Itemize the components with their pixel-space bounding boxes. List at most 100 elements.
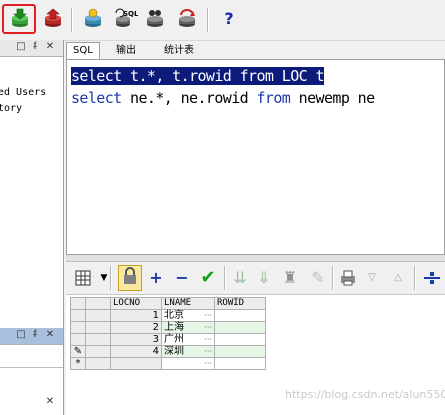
column-header-lname[interactable]: LNAME <box>161 297 215 310</box>
lock-button[interactable] <box>118 265 142 291</box>
cell-lname[interactable]: 广州 ··· <box>161 333 215 346</box>
clear-button[interactable]: ✎ <box>308 268 328 288</box>
close-icon[interactable]: ✕ <box>45 397 55 407</box>
grid-toolbar: ▼ + − ✔ ⇊ ⇓ ♜ ✎ ▽ △ <box>66 262 445 295</box>
row-number <box>85 345 111 358</box>
cell-locno[interactable]: 3 <box>110 333 162 346</box>
refresh-button[interactable] <box>176 8 198 30</box>
lock-icon <box>124 267 136 284</box>
minimize-icon[interactable]: □ <box>16 42 26 52</box>
main-toolbar: SQL ? <box>0 0 445 41</box>
post-changes-button[interactable]: ✔ <box>198 268 218 288</box>
result-table: LOCNO LNAME ROWID 1 北京 ··· 2 上海 ··· 3 广州… <box>70 297 266 370</box>
plus-icon: + <box>149 268 163 287</box>
database-button[interactable] <box>82 8 104 30</box>
toolbar-separator <box>414 266 416 290</box>
help-button[interactable]: ? <box>218 8 240 30</box>
ellipsis-button[interactable]: ··· <box>204 358 212 369</box>
table-row[interactable]: 3 广州 ··· <box>70 333 266 346</box>
sql-button[interactable]: SQL <box>114 8 139 30</box>
cell-rowid[interactable] <box>214 357 266 370</box>
sql-editor[interactable]: select t.*, t.rowid from LOC t select ne… <box>66 59 445 255</box>
row-marker <box>70 321 86 334</box>
ellipsis-button[interactable]: ··· <box>204 322 212 333</box>
row-number-header <box>85 297 111 310</box>
corner-cell <box>70 297 86 310</box>
column-header-rowid[interactable]: ROWID <box>214 297 266 310</box>
users-button[interactable] <box>144 8 166 30</box>
cell-locno[interactable]: 4 <box>110 345 162 358</box>
cell-lname[interactable]: 上海 ··· <box>161 321 215 334</box>
tree-icon <box>424 272 440 284</box>
grid-view-button[interactable] <box>74 268 94 288</box>
column-header-locno[interactable]: LOCNO <box>110 297 162 310</box>
import-button[interactable] <box>9 8 31 30</box>
pin-icon[interactable]: ᵮ <box>30 330 40 340</box>
toolbar-separator <box>71 8 73 32</box>
row-marker <box>70 309 86 322</box>
cell-rowid[interactable] <box>214 309 266 322</box>
ellipsis-button[interactable]: ··· <box>204 334 212 345</box>
binoculars-icon: ♜ <box>282 268 298 287</box>
double-chevron-down-bar-icon: ⇓ <box>257 268 271 287</box>
fetch-last-button[interactable]: ⇓ <box>254 268 274 288</box>
close-icon[interactable]: ✕ <box>45 42 55 52</box>
find-button[interactable]: ♜ <box>280 268 300 288</box>
tab-statistics[interactable]: 统计表 <box>158 43 200 59</box>
eraser-icon: ✎ <box>311 268 325 287</box>
export-icon <box>45 8 61 27</box>
add-row-button[interactable]: + <box>146 268 166 288</box>
tree-item-users[interactable]: ed Users <box>0 87 46 98</box>
sql-line-1: select t.*, t.rowid from LOC t <box>71 67 325 85</box>
import-icon <box>12 8 28 27</box>
toolbar-separator <box>224 266 226 290</box>
svg-text:SQL: SQL <box>123 10 138 18</box>
panel-divider <box>0 367 63 368</box>
tree-item-history[interactable]: tory <box>0 103 22 114</box>
watermark: https://blog.csdn.net/alun550 <box>285 388 445 401</box>
ellipsis-button[interactable]: ··· <box>204 310 212 321</box>
cell-lname[interactable]: 深圳 ··· <box>161 345 215 358</box>
cell-lname-text: 广州 <box>164 334 184 345</box>
editor-tabs: SQL 输出 统计表 <box>66 40 445 60</box>
checkmark-icon: ✔ <box>200 267 216 288</box>
fetch-next-button[interactable]: ⇊ <box>230 268 250 288</box>
cell-rowid[interactable] <box>214 333 266 346</box>
toolbar-separator <box>110 266 112 290</box>
sort-up-button[interactable]: △ <box>388 268 408 288</box>
row-marker: * <box>70 357 86 370</box>
print-button[interactable] <box>338 268 358 288</box>
sql-icon: SQL <box>115 8 139 27</box>
cell-locno[interactable] <box>110 357 162 370</box>
table-row[interactable]: 1 北京 ··· <box>70 309 266 322</box>
cell-locno[interactable]: 2 <box>110 321 162 334</box>
database-icon <box>85 8 101 27</box>
sort-down-button[interactable]: ▽ <box>362 268 382 288</box>
row-number <box>85 309 111 322</box>
row-number <box>85 333 111 346</box>
tab-sql[interactable]: SQL <box>66 42 100 60</box>
cell-rowid[interactable] <box>214 321 266 334</box>
query-plan-button[interactable] <box>422 268 442 288</box>
delete-row-button[interactable]: − <box>172 268 192 288</box>
panel-header-top: □ ᵮ ✕ <box>0 40 63 57</box>
table-row[interactable]: * ··· <box>70 357 266 370</box>
pane-splitter[interactable] <box>66 255 445 262</box>
cell-lname[interactable]: 北京 ··· <box>161 309 215 322</box>
refresh-icon <box>179 9 195 27</box>
ellipsis-button[interactable]: ··· <box>204 346 212 357</box>
table-row[interactable]: 2 上海 ··· <box>70 321 266 334</box>
cell-rowid[interactable] <box>214 345 266 358</box>
pin-icon[interactable]: ᵮ <box>30 42 40 52</box>
export-button[interactable] <box>42 8 64 30</box>
cell-lname[interactable]: ··· <box>161 357 215 370</box>
sql-line-2: select ne.*, ne.rowid from newemp ne <box>71 89 375 107</box>
table-header-row: LOCNO LNAME ROWID <box>70 297 266 310</box>
cell-locno[interactable]: 1 <box>110 309 162 322</box>
cell-lname-text: 上海 <box>164 322 184 333</box>
close-icon[interactable]: ✕ <box>45 330 55 340</box>
table-row[interactable]: ✎ 4 深圳 ··· <box>70 345 266 358</box>
minimize-icon[interactable]: □ <box>16 330 26 340</box>
tab-output[interactable]: 输出 <box>110 43 142 59</box>
grid-icon <box>75 270 91 286</box>
